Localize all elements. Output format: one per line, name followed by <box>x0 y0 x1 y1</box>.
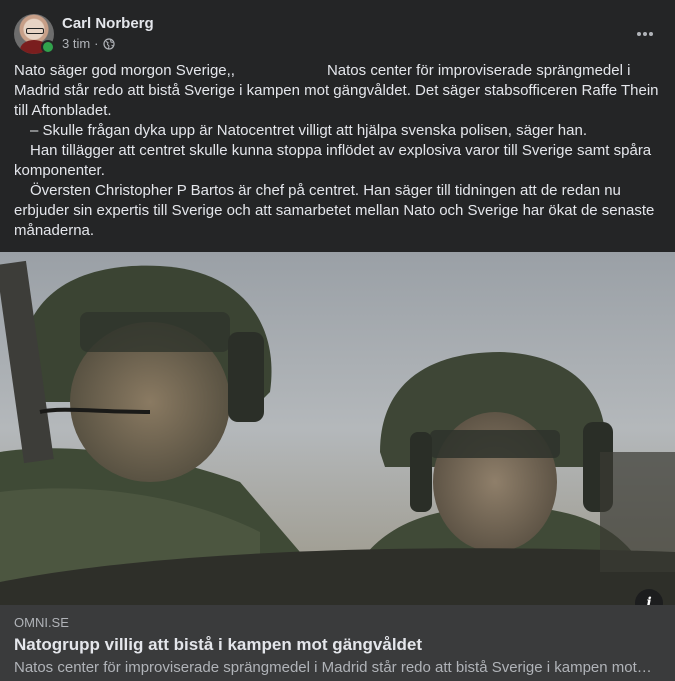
post-text: Nato säger god morgon Sverige,, Natos cen… <box>14 61 664 241</box>
author-name[interactable]: Carl Norberg <box>62 15 154 32</box>
link-title[interactable]: Natogrupp villig att bistå i kampen mot … <box>14 635 422 655</box>
avatar-glasses <box>26 28 44 34</box>
link-preview-footer[interactable]: OMNI.SE Natogrupp villig att bistå i kam… <box>0 605 675 681</box>
post-paragraph-4: Översten Christopher P Bartos är chef på… <box>14 182 655 239</box>
link-preview-image[interactable]: i <box>0 252 675 605</box>
post-paragraph-3: Han tillägger att centret skulle kunna s… <box>14 142 652 179</box>
facebook-post: Carl Norberg 3 tim · Nato säger god morg… <box>0 0 675 681</box>
online-status-dot <box>41 40 55 54</box>
meta-separator: · <box>94 36 99 51</box>
more-horizontal-icon <box>637 32 653 36</box>
soldiers-photo <box>0 252 675 605</box>
post-time[interactable]: 3 tim <box>62 36 90 51</box>
post-paragraph-2: – Skulle frågan dyka upp är Natocentret … <box>30 122 587 139</box>
author-avatar[interactable] <box>14 14 55 54</box>
post-meta: 3 tim · <box>62 36 115 51</box>
more-options-button[interactable] <box>629 18 661 50</box>
post-text-line1-a: Nato säger god morgon Sverige,, <box>14 62 235 79</box>
link-description: Natos center för improviserade sprängmed… <box>14 659 654 676</box>
link-domain: OMNI.SE <box>14 615 69 630</box>
post-header: Carl Norberg 3 tim · <box>14 12 661 54</box>
globe-icon[interactable] <box>102 37 115 50</box>
post-paragraph-1: Nato säger god morgon Sverige,, Natos cen… <box>14 61 664 121</box>
